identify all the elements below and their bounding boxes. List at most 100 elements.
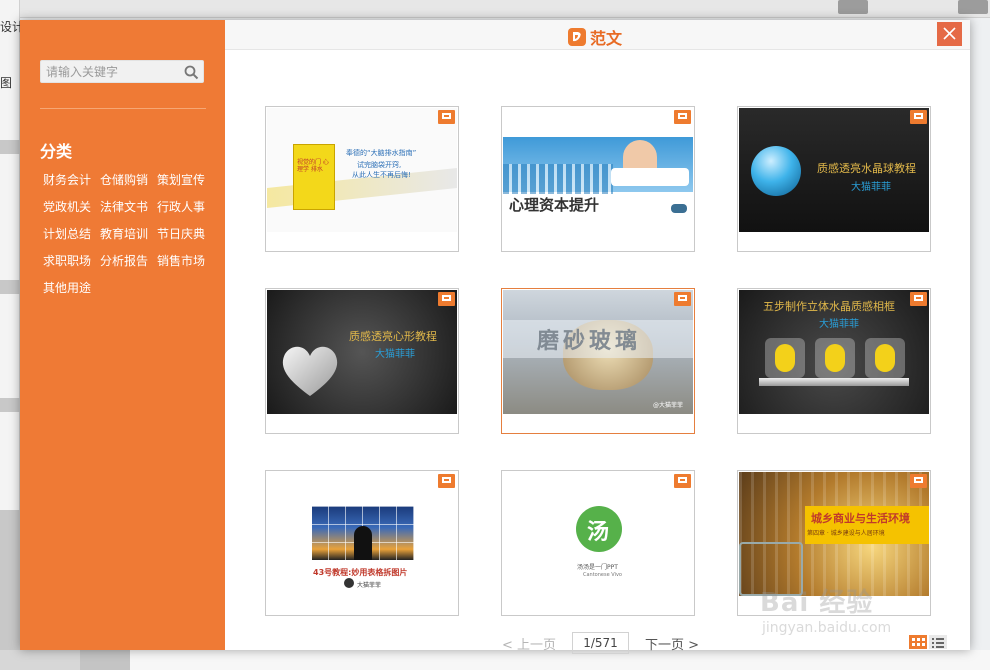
card-title: 43号教程:妙用表格拆图片 bbox=[313, 568, 408, 577]
template-card[interactable]: 心理资本提升 bbox=[501, 106, 695, 252]
tree-silhouette bbox=[354, 526, 372, 560]
sidebar: 分类 财务会计 仓储购销 策划宣传 党政机关 法律文书 行政人事 计划总结 教育… bbox=[20, 20, 225, 650]
template-card[interactable]: 质感透亮水晶球教程 大猫菲菲 bbox=[737, 106, 931, 252]
ppt-badge-icon bbox=[438, 292, 455, 306]
category-item[interactable]: 策划宣传 bbox=[157, 171, 214, 198]
view-toggle bbox=[909, 635, 947, 649]
category-item[interactable]: 求职职场 bbox=[43, 252, 100, 279]
category-item[interactable]: 计划总结 bbox=[43, 225, 100, 252]
category-item[interactable]: 销售市场 bbox=[157, 252, 214, 279]
category-item[interactable]: 财务会计 bbox=[43, 171, 100, 198]
card-text-line: 奉德的“大脑排水指南” bbox=[346, 149, 417, 157]
template-card[interactable]: 视觉的门 心理学 排水 奉德的“大脑排水指南” 试完脑袋开窍, 从此人生不再后悔… bbox=[265, 106, 459, 252]
template-thumbnail: 质感透亮心形教程 大猫菲菲 bbox=[267, 290, 457, 414]
frame-base bbox=[759, 378, 909, 386]
avatar bbox=[344, 578, 354, 588]
template-logo-icon bbox=[568, 28, 586, 46]
template-thumbnail: 城乡商业与生活环境 第四章 · 城乡建设与人居环境 bbox=[739, 472, 929, 596]
template-dialog: 分类 财务会计 仓储购销 策划宣传 党政机关 法律文书 行政人事 计划总结 教育… bbox=[20, 20, 970, 654]
prev-page-button[interactable]: < 上一页 bbox=[502, 634, 556, 653]
dialog-brand: 范文 bbox=[568, 25, 622, 49]
category-item[interactable]: 分析报告 bbox=[100, 252, 157, 279]
card-title: 磨砂玻璃 bbox=[537, 329, 642, 354]
logo-icon bbox=[671, 204, 687, 213]
heart-shape-image bbox=[282, 346, 338, 396]
book-cover-image: 视觉的门 心理学 排水 bbox=[293, 144, 335, 210]
background-menu-label-2: 图 bbox=[0, 76, 13, 90]
template-card[interactable]: 磨砂玻璃 @大猫菲菲 bbox=[501, 288, 695, 434]
card-subtitle: 第四章 · 城乡建设与人居环境 bbox=[807, 530, 885, 537]
minion-figure bbox=[825, 344, 845, 372]
background-window-control bbox=[958, 0, 988, 14]
ppt-badge-icon bbox=[674, 110, 691, 124]
sidebar-divider bbox=[40, 108, 206, 109]
card-text-line: 试完脑袋开窍, bbox=[357, 161, 402, 169]
minion-frame-image bbox=[865, 338, 905, 378]
background-band bbox=[0, 398, 20, 412]
next-page-button[interactable]: 下一页 > bbox=[645, 634, 699, 653]
pagination: < 上一页 1/571 下一页 > bbox=[502, 632, 699, 654]
template-thumbnail: 心理资本提升 bbox=[503, 108, 693, 232]
ppt-badge-icon bbox=[674, 292, 691, 306]
card-title: 五步制作立体水晶质感相框 bbox=[763, 300, 895, 313]
close-button[interactable] bbox=[937, 22, 962, 46]
template-thumbnail: 磨砂玻璃 @大猫菲菲 bbox=[503, 290, 693, 414]
background-band bbox=[0, 140, 20, 154]
template-thumbnail: 质感透亮水晶球教程 大猫菲菲 bbox=[739, 108, 929, 232]
search-box bbox=[40, 60, 204, 83]
category-item[interactable]: 党政机关 bbox=[43, 198, 100, 225]
logo-char: 汤 bbox=[587, 520, 610, 545]
baidu-watermark: Bai 经验 bbox=[760, 588, 874, 618]
card-author: 大猫菲菲 bbox=[357, 582, 382, 589]
category-item[interactable]: 教育培训 bbox=[100, 225, 157, 252]
crystal-ball-image bbox=[751, 146, 801, 196]
category-item[interactable]: 行政人事 bbox=[157, 198, 214, 225]
ppt-badge-icon bbox=[910, 292, 927, 306]
category-item[interactable]: 仓储购销 bbox=[100, 171, 157, 198]
ppt-badge-icon bbox=[438, 110, 455, 124]
category-item[interactable]: 节日庆典 bbox=[157, 225, 214, 252]
grid-view-icon[interactable] bbox=[909, 635, 927, 649]
page-indicator[interactable]: 1/571 bbox=[572, 632, 630, 654]
dialog-title: 范文 bbox=[590, 29, 623, 48]
background-band bbox=[0, 510, 20, 650]
template-grid: 视觉的门 心理学 排水 奉德的“大脑排水指南” 试完脑袋开窍, 从此人生不再后悔… bbox=[225, 51, 970, 654]
template-thumbnail: 五步制作立体水晶质感相框 大猫菲菲 bbox=[739, 290, 929, 414]
minion-frame-image bbox=[815, 338, 855, 378]
category-list: 财务会计 仓储购销 策划宣传 党政机关 法律文书 行政人事 计划总结 教育培训 … bbox=[43, 171, 218, 306]
search-icon[interactable] bbox=[184, 65, 199, 80]
minion-frame-image bbox=[765, 338, 805, 378]
category-title: 分类 bbox=[40, 142, 73, 161]
minion-figure bbox=[875, 344, 895, 372]
card-author: 大猫菲菲 bbox=[851, 182, 891, 193]
ppt-badge-icon bbox=[910, 110, 927, 124]
dialog-header: 范文 bbox=[225, 20, 970, 50]
list-view-icon[interactable] bbox=[929, 635, 947, 649]
template-card[interactable]: 43号教程:妙用表格拆图片 大猫菲菲 bbox=[265, 470, 459, 616]
card-text-line: 从此人生不再后悔! bbox=[352, 171, 411, 179]
category-item[interactable]: 法律文书 bbox=[100, 198, 157, 225]
template-thumbnail: 43号教程:妙用表格拆图片 大猫菲菲 bbox=[267, 472, 457, 596]
card-title: 心理资本提升 bbox=[509, 196, 600, 214]
minion-figure bbox=[775, 344, 795, 372]
template-thumbnail: 汤 汤汤是一门PPT Cantonese Vivo bbox=[503, 472, 693, 596]
skyline-buildings bbox=[503, 164, 613, 194]
category-item[interactable]: 其他用途 bbox=[43, 279, 100, 306]
template-card[interactable]: 五步制作立体水晶质感相框 大猫菲菲 bbox=[737, 288, 931, 434]
ppt-badge-icon bbox=[674, 474, 691, 488]
card-author: 大猫菲菲 bbox=[819, 319, 859, 330]
book-cover-text: 视觉的门 心理学 排水 bbox=[297, 159, 329, 173]
search-input[interactable] bbox=[41, 61, 179, 83]
tree-sunset-image bbox=[312, 506, 414, 560]
background-statusbar-segment bbox=[80, 650, 130, 670]
card-subtitle: 汤汤是一门PPT bbox=[577, 564, 618, 571]
background-statusbar bbox=[0, 650, 990, 670]
card-author: @大猫菲菲 bbox=[653, 402, 684, 409]
background-window-control bbox=[838, 0, 868, 14]
template-card[interactable]: 质感透亮心形教程 大猫菲菲 bbox=[265, 288, 459, 434]
ppt-badge-icon bbox=[438, 474, 455, 488]
background-band bbox=[0, 280, 20, 294]
card-title: 质感透亮心形教程 bbox=[349, 330, 437, 343]
template-card[interactable]: 汤 汤汤是一门PPT Cantonese Vivo bbox=[501, 470, 695, 616]
person-arms bbox=[611, 168, 689, 186]
